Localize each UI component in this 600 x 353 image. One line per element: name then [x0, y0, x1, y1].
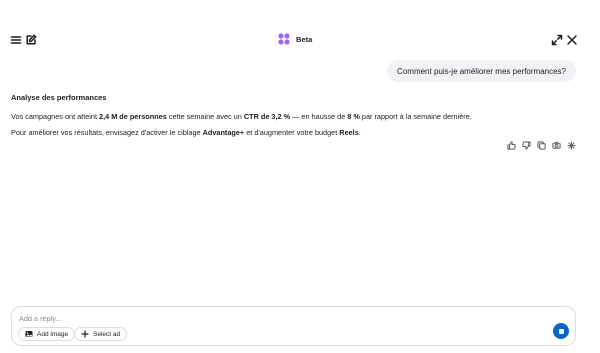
reply-text: . — [358, 128, 361, 137]
share-icon — [552, 141, 561, 149]
reply-highlight: Advantage+ — [202, 128, 245, 137]
sparkle-icon — [567, 141, 576, 150]
select-ad-label: Select ad — [93, 330, 121, 338]
reply-paragraph-1: Vos campagnes ont atteint 2,4 M de perso… — [11, 112, 581, 122]
sparkle-button[interactable] — [567, 141, 576, 150]
image-icon — [25, 331, 33, 337]
expand-button[interactable] — [550, 33, 564, 47]
chat-header: Beta — [0, 0, 600, 56]
reply-title: Analyse des performances — [11, 93, 107, 102]
menu-icon — [10, 36, 22, 44]
reply-text: cette semaine avec un — [166, 112, 244, 121]
copy-button[interactable] — [537, 141, 546, 150]
brand-name: Beta — [296, 34, 313, 44]
thumbs-up-icon — [507, 141, 516, 150]
close-icon — [567, 35, 577, 45]
reply-paragraph-2: Pour améliorer vos résultats, envisagez … — [11, 128, 581, 138]
reply-text: Pour améliorer vos résultats, envisagez … — [11, 128, 203, 137]
thumbs-down-icon — [522, 141, 531, 150]
user-message-bubble: Comment puis-je améliorer mes performanc… — [387, 60, 576, 82]
reply-input[interactable] — [19, 313, 419, 323]
add-image-label: Add image — [37, 330, 69, 338]
share-button[interactable] — [552, 141, 561, 150]
assistant-reply: Analyse des performances Vos campagnes o… — [11, 93, 581, 144]
reply-text: par rapport à la semaine dernière. — [359, 112, 472, 121]
dislike-button[interactable] — [522, 141, 531, 150]
expand-icon — [551, 34, 563, 46]
add-image-button[interactable]: Add image — [18, 327, 76, 341]
reply-text: Vos campagnes ont atteint — [11, 112, 100, 121]
reply-highlight: Reels — [339, 128, 359, 137]
reply-highlight: 8 % — [347, 112, 360, 121]
stop-icon — [558, 328, 564, 334]
reply-text: — en hausse de — [290, 112, 348, 121]
brand: Beta — [277, 32, 312, 46]
like-button[interactable] — [507, 141, 516, 150]
close-button[interactable] — [565, 33, 579, 47]
plus-icon — [81, 330, 89, 338]
reply-actions — [507, 141, 576, 150]
reply-highlight: 2,4 M de personnes — [99, 112, 167, 121]
brand-logo-icon — [278, 33, 290, 45]
reply-highlight: CTR de 3,2 % — [243, 112, 291, 121]
stop-button[interactable] — [553, 323, 569, 339]
compose-icon — [26, 34, 37, 45]
reply-text: et d'augmenter votre budget — [244, 128, 340, 137]
menu-button[interactable] — [9, 33, 23, 47]
copy-icon — [537, 141, 546, 150]
new-chat-button[interactable] — [24, 33, 38, 47]
composer: Add image Select ad — [11, 306, 576, 346]
select-ad-button[interactable]: Select ad — [74, 327, 128, 341]
user-message-text: Comment puis-je améliorer mes performanc… — [397, 66, 566, 76]
